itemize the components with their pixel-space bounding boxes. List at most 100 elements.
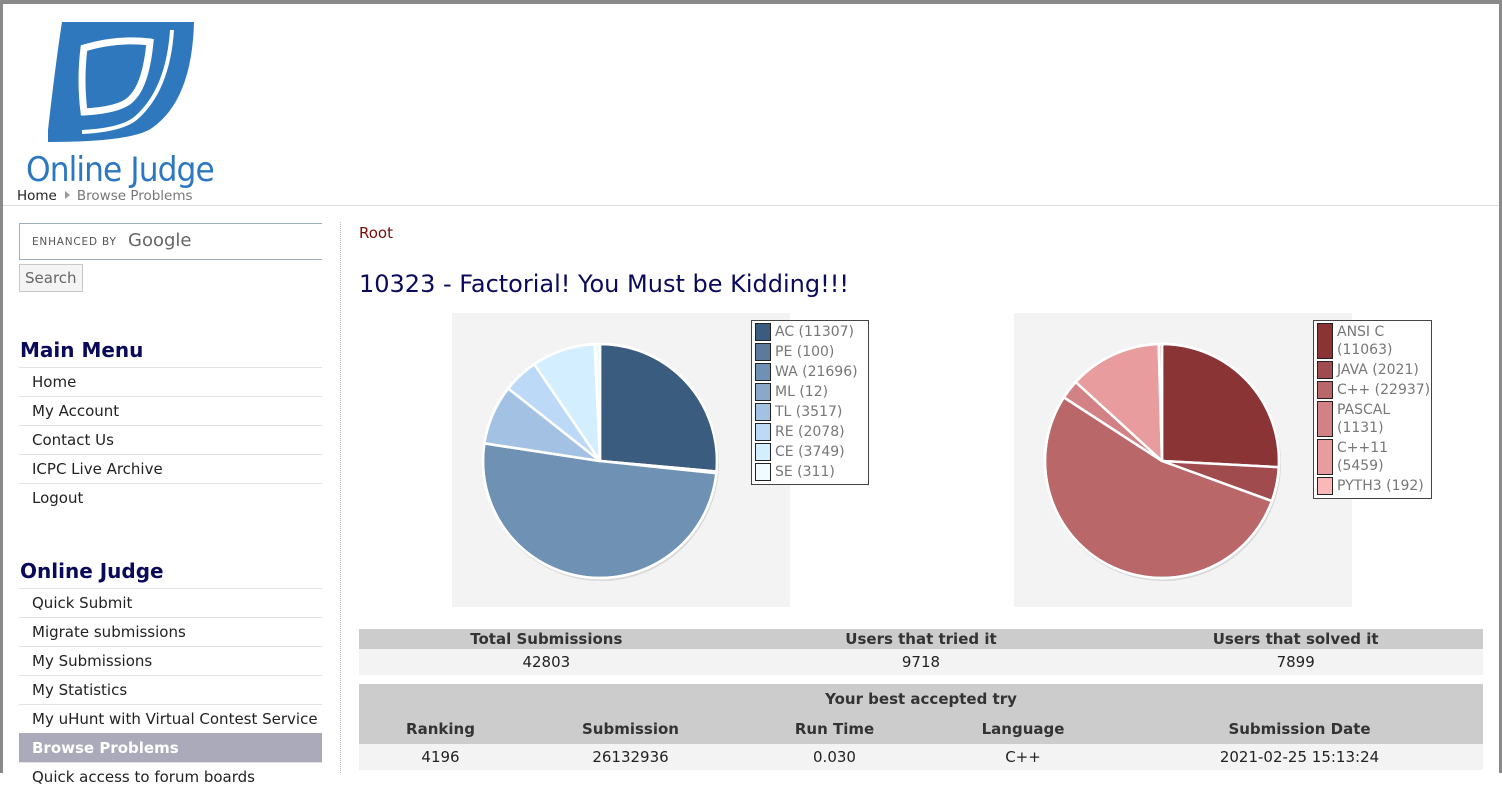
main-menu-heading: Main Menu: [20, 338, 144, 362]
legend-item: ANSI C (11063): [1317, 323, 1428, 359]
legend-label: JAVA (2021): [1337, 362, 1419, 378]
root-link[interactable]: Root: [359, 224, 393, 242]
sidebar-divider: [340, 222, 341, 773]
online-judge-menu: Quick Submit Migrate submissions My Submis…: [19, 588, 322, 791]
legend-item: PASCAL (1131): [1317, 401, 1428, 437]
legend-swatch: [755, 443, 771, 461]
pie-slice-ansi-c-11063: [1160, 342, 1281, 469]
legend-swatch: [755, 463, 771, 481]
legend-item: PE (100): [755, 343, 865, 361]
search-button[interactable]: Search: [19, 264, 83, 292]
legend-label: C++ (22937): [1337, 382, 1431, 398]
window-frame-left: [0, 0, 3, 773]
legend-swatch: [1317, 323, 1333, 359]
legend-item: C++11 (5459): [1317, 439, 1428, 475]
legend-label: AC (11307): [775, 324, 855, 340]
sidebar-item-home[interactable]: Home: [19, 367, 322, 396]
stats-header-total: Total Submissions: [359, 629, 734, 649]
verdict-pie-chart: [452, 313, 790, 607]
logo-text: Online Judge: [26, 150, 215, 190]
search-box: ENHANCED BY Google: [19, 223, 322, 260]
language-pie-svg: [1043, 342, 1281, 581]
stats-total-value: 42803: [359, 649, 734, 675]
search-input[interactable]: [20, 224, 322, 259]
legend-item: JAVA (2021): [1317, 361, 1428, 379]
legend-label: C++11 (5459): [1337, 440, 1389, 474]
verdict-pie-svg: [481, 342, 719, 581]
legend-item: RE (2078): [755, 423, 865, 441]
legend-label: WA (21696): [775, 364, 858, 380]
best-try-date: 2021-02-25 15:13:24: [1116, 744, 1483, 770]
breadcrumb: Home Browse Problems: [17, 188, 193, 204]
legend-label: SE (311): [775, 464, 835, 480]
language-pie-chart: [1014, 313, 1352, 607]
legend-swatch: [1317, 381, 1333, 399]
best-try-header-ranking: Ranking: [359, 714, 522, 744]
sidebar-item-my-account[interactable]: My Account: [19, 396, 322, 425]
sidebar-item-quick-submit[interactable]: Quick Submit: [19, 588, 322, 617]
best-try-caption: Your best accepted try: [359, 684, 1483, 714]
stats-header-solved: Users that solved it: [1108, 629, 1483, 649]
submission-stats-table: Total Submissions Users that tried it Us…: [359, 629, 1483, 675]
best-try-header-runtime: Run Time: [739, 714, 930, 744]
legend-swatch: [1317, 439, 1333, 475]
legend-label: RE (2078): [775, 424, 845, 440]
legend-item: C++ (22937): [1317, 381, 1431, 399]
window-frame-top: [0, 0, 1502, 4]
sidebar-item-my-uhunt-with-virtual-contest-service[interactable]: My uHunt with Virtual Contest Service: [19, 704, 322, 733]
best-try-header-submission: Submission: [522, 714, 739, 744]
legend-label: ANSI C (11063): [1337, 324, 1393, 358]
stats-tried-value: 9718: [733, 649, 1109, 675]
legend-swatch: [755, 363, 771, 381]
sidebar-item-my-submissions[interactable]: My Submissions: [19, 646, 322, 675]
sidebar-item-logout[interactable]: Logout: [19, 483, 322, 512]
online-judge-heading: Online Judge: [20, 559, 164, 583]
legend-swatch: [755, 323, 771, 341]
legend-label: PASCAL (1131): [1337, 402, 1391, 436]
verdict-legend: AC (11307) PE (100) WA (21696) ML (12) TL (3…: [751, 320, 869, 485]
best-try-header-language: Language: [930, 714, 1116, 744]
best-try-submission-link[interactable]: 26132936: [522, 744, 739, 770]
sidebar-item-my-statistics[interactable]: My Statistics: [19, 675, 322, 704]
sidebar-item-icpc-live-archive[interactable]: ICPC Live Archive: [19, 454, 322, 483]
legend-item: AC (11307): [755, 323, 865, 341]
header-divider: [3, 205, 1499, 206]
legend-item: WA (21696): [755, 363, 865, 381]
stats-solved-value: 7899: [1108, 649, 1483, 675]
sidebar-item-migrate-submissions[interactable]: Migrate submissions: [19, 617, 322, 646]
best-try-language: C++: [930, 744, 1116, 770]
legend-swatch: [755, 383, 771, 401]
language-legend: ANSI C (11063) JAVA (2021) C++ (22937) PASC…: [1313, 320, 1432, 499]
legend-label: PE (100): [775, 344, 835, 360]
legend-swatch: [1317, 361, 1333, 379]
stats-header-tried: Users that tried it: [733, 629, 1109, 649]
legend-item: SE (311): [755, 463, 865, 481]
best-try-table: Your best accepted try Ranking Submissio…: [359, 684, 1483, 770]
breadcrumb-arrow-icon: [64, 191, 70, 199]
legend-swatch: [755, 343, 771, 361]
legend-label: CE (3749): [775, 444, 845, 460]
legend-item: CE (3749): [755, 443, 865, 461]
breadcrumb-current: Browse Problems: [76, 188, 193, 204]
breadcrumb-home-link[interactable]: Home: [17, 188, 57, 204]
legend-item: ML (12): [755, 383, 865, 401]
best-try-runtime: 0.030: [739, 744, 930, 770]
legend-label: ML (12): [775, 384, 829, 400]
legend-swatch: [755, 403, 771, 421]
main-menu: Home My Account Contact Us ICPC Live Archiv…: [19, 367, 322, 512]
legend-item: PYTH3 (192): [1317, 477, 1428, 495]
legend-item: TL (3517): [755, 403, 865, 421]
legend-label: PYTH3 (192): [1337, 478, 1424, 494]
problem-title: 10323 - Factorial! You Must be Kidding!!…: [359, 270, 849, 298]
logo-mark-icon: [48, 22, 194, 142]
legend-swatch: [1317, 401, 1333, 437]
best-try-header-date: Submission Date: [1116, 714, 1483, 744]
pie-slice-ac-11307: [598, 342, 719, 473]
best-try-ranking: 4196: [359, 744, 522, 770]
sidebar-item-contact-us[interactable]: Contact Us: [19, 425, 322, 454]
sidebar-item-browse-problems[interactable]: Browse Problems: [19, 733, 322, 762]
legend-swatch: [1317, 477, 1333, 495]
legend-label: TL (3517): [775, 404, 843, 420]
legend-swatch: [755, 423, 771, 441]
sidebar-item-quick-access-to-forum-boards[interactable]: Quick access to forum boards: [19, 762, 322, 791]
